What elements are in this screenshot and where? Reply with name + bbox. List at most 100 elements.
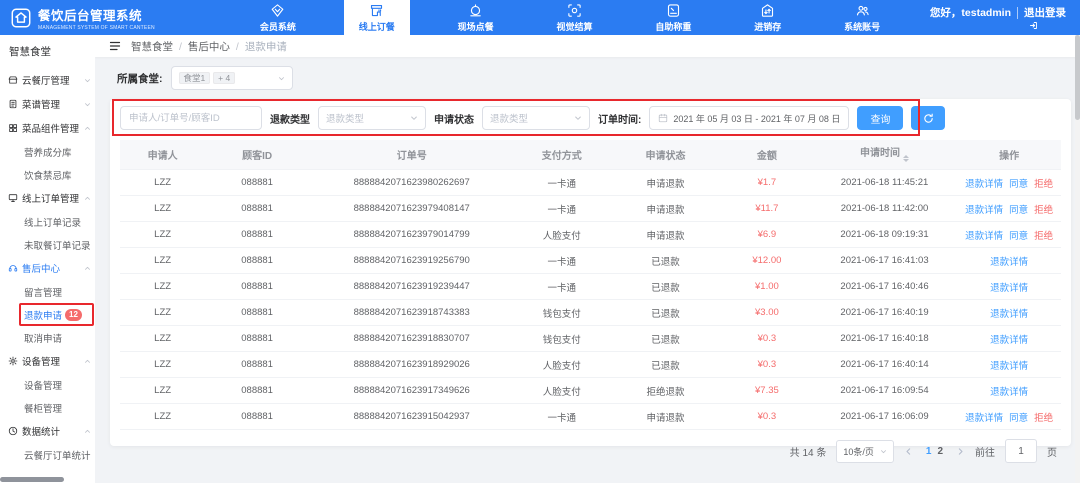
sidebar-item-label: 售后中心 [22,261,80,275]
sidebar-item-data-stats[interactable]: 数据统计 [0,419,95,443]
sidebar-item-label: 菜品组件管理 [22,121,80,135]
nav-tab-member[interactable]: 会员系统 [245,0,311,35]
vertical-scrollbar-thumb[interactable] [1075,35,1080,120]
chevron-up-icon [84,195,91,202]
breadcrumb-separator: / [179,41,182,53]
cell-actions: 退款详情同意拒绝 [957,222,1061,248]
canteen-select[interactable]: 食堂1 + 4 [171,66,293,90]
cell-time: 2021-06-17 16:09:54 [812,378,957,404]
goto-page-input[interactable] [1005,439,1037,463]
action-detail-link[interactable]: 退款详情 [965,205,1003,216]
action-approve-link[interactable]: 同意 [1009,179,1028,190]
action-detail-link[interactable]: 退款详情 [990,257,1028,268]
date-range-picker[interactable]: 2021 年 05 月 03 日 - 2021 年 07 月 08 日 [649,106,849,130]
sidebar-item-cancel-request[interactable]: 取消申请 [0,326,95,349]
action-detail-link[interactable]: 退款详情 [990,283,1028,294]
sidebar-item-device-mgmt-sub[interactable]: 设备管理 [0,373,95,396]
column-header[interactable]: 申请时间 [812,140,957,170]
prev-page-button[interactable] [904,447,913,456]
app-subtitle: MANAGEMENT SYSTEM OF SMART CANTEEN [38,25,155,31]
action-reject-link[interactable]: 拒绝 [1034,179,1053,190]
cell-amount: ¥12.00 [722,248,812,274]
table-row: LZZ0888818888842071623979014799人脸支付申请退款¥… [120,222,1061,248]
cell-amount: ¥1.7 [722,170,812,196]
action-detail-link[interactable]: 退款详情 [965,179,1003,190]
column-header: 顾客ID [205,140,309,170]
action-detail-link[interactable]: 退款详情 [990,361,1028,372]
action-approve-link[interactable]: 同意 [1009,413,1028,424]
search-input[interactable] [120,106,262,130]
sidebar-item-cloud-canteen[interactable]: 云餐厅管理 [0,68,95,92]
refund-type-select[interactable]: 退款类型 [318,106,426,130]
action-detail-link[interactable]: 退款详情 [990,335,1028,346]
action-detail-link[interactable]: 退款详情 [990,309,1028,320]
nav-tab-inventory[interactable]: 进销存 [739,0,796,35]
page-number-2[interactable]: 2 [934,446,946,457]
cell-time: 2021-06-17 16:40:18 [812,326,957,352]
action-reject-link[interactable]: 拒绝 [1034,231,1053,242]
sidebar-item-cabinet-mgmt[interactable]: 餐柜管理 [0,396,95,419]
collapse-menu-icon[interactable] [109,40,121,52]
chevron-up-icon [84,358,91,365]
dish-component-icon [8,123,18,133]
refresh-button[interactable] [911,106,945,130]
sidebar-item-recipe[interactable]: 菜谱管理 [0,92,95,116]
breadcrumb-item[interactable]: 售后中心 [188,41,230,53]
nav-tab-visual-settlement[interactable]: 视觉结算 [541,0,607,35]
apply-status-select[interactable]: 退款类型 [482,106,590,130]
cell-customer-id: 088881 [205,404,309,430]
column-header: 申请状态 [609,140,722,170]
sidebar-item-message-mgmt[interactable]: 留言管理 [0,280,95,303]
logout-button[interactable]: 退出登录 [1024,5,1066,20]
sidebar-item-cloud-canteen-order-stats[interactable]: 云餐厅订单统计 [0,443,95,466]
action-detail-link[interactable]: 退款详情 [965,413,1003,424]
self-weighing-icon [666,3,681,18]
sidebar-item-refund-request[interactable]: 退款申请12 [0,303,95,326]
sidebar-subitem-label: 取消申请 [24,331,62,345]
table-row: LZZ0888818888842071623919239447一卡通已退款¥1.… [120,274,1061,300]
page-size-select[interactable]: 10条/页 [836,440,894,463]
sidebar-subitem-label: 餐柜管理 [24,401,62,415]
sidebar-item-device-mgmt[interactable]: 设备管理 [0,349,95,373]
sort-icon[interactable] [903,152,909,165]
search-button[interactable]: 查询 [857,106,903,130]
action-detail-link[interactable]: 退款详情 [990,387,1028,398]
page-size-value: 10条/页 [843,445,874,458]
nav-tab-online-order[interactable]: 线上订餐 [344,0,410,35]
refresh-icon [923,113,934,124]
sidebar-item-online-order-mgmt[interactable]: 线上订单管理 [0,186,95,210]
cell-amount: ¥1.00 [722,274,812,300]
action-reject-link[interactable]: 拒绝 [1034,413,1053,424]
horizontal-scrollbar-thumb[interactable] [0,477,64,482]
nav-tab-self-weighing[interactable]: 自助称重 [640,0,706,35]
breadcrumb-item[interactable]: 智慧食堂 [131,41,173,53]
cell-applicant: LZZ [120,300,205,326]
cell-applicant: LZZ [120,222,205,248]
cell-applicant: LZZ [120,326,205,352]
sidebar-subitem-label: 线上订单记录 [24,215,81,229]
sidebar-item-dish-component[interactable]: 菜品组件管理 [0,116,95,140]
order-time-label: 订单时间: [598,111,641,126]
sidebar-item-unpicked-order-records[interactable]: 未取餐订单记录 [0,233,95,256]
sidebar-item-nutrition-library[interactable]: 营养成分库 [0,140,95,163]
sidebar-item-aftersale-center[interactable]: 售后中心 [0,256,95,280]
action-approve-link[interactable]: 同意 [1009,231,1028,242]
cell-actions: 退款详情 [957,326,1061,352]
page-number-1[interactable]: 1 [923,446,935,457]
sidebar: 智慧食堂 云餐厅管理菜谱管理菜品组件管理营养成分库饮食禁忌库线上订单管理线上订单… [0,35,95,483]
stats-icon [8,426,18,436]
cell-time: 2021-06-18 11:45:21 [812,170,957,196]
action-detail-link[interactable]: 退款详情 [965,231,1003,242]
sidebar-item-online-order-records[interactable]: 线上订单记录 [0,210,95,233]
cell-applicant: LZZ [120,248,205,274]
sidebar-item-label: 线上订单管理 [22,191,80,205]
cell-status: 已退款 [609,326,722,352]
next-page-button[interactable] [956,447,965,456]
action-approve-link[interactable]: 同意 [1009,205,1028,216]
sidebar-title: 智慧食堂 [0,35,95,68]
nav-tab-system-account[interactable]: 系统账号 [829,0,895,35]
sidebar-item-diet-taboo-library[interactable]: 饮食禁忌库 [0,163,95,186]
cell-applicant: LZZ [120,196,205,222]
nav-tab-onsite-order[interactable]: 现场点餐 [443,0,509,35]
action-reject-link[interactable]: 拒绝 [1034,205,1053,216]
